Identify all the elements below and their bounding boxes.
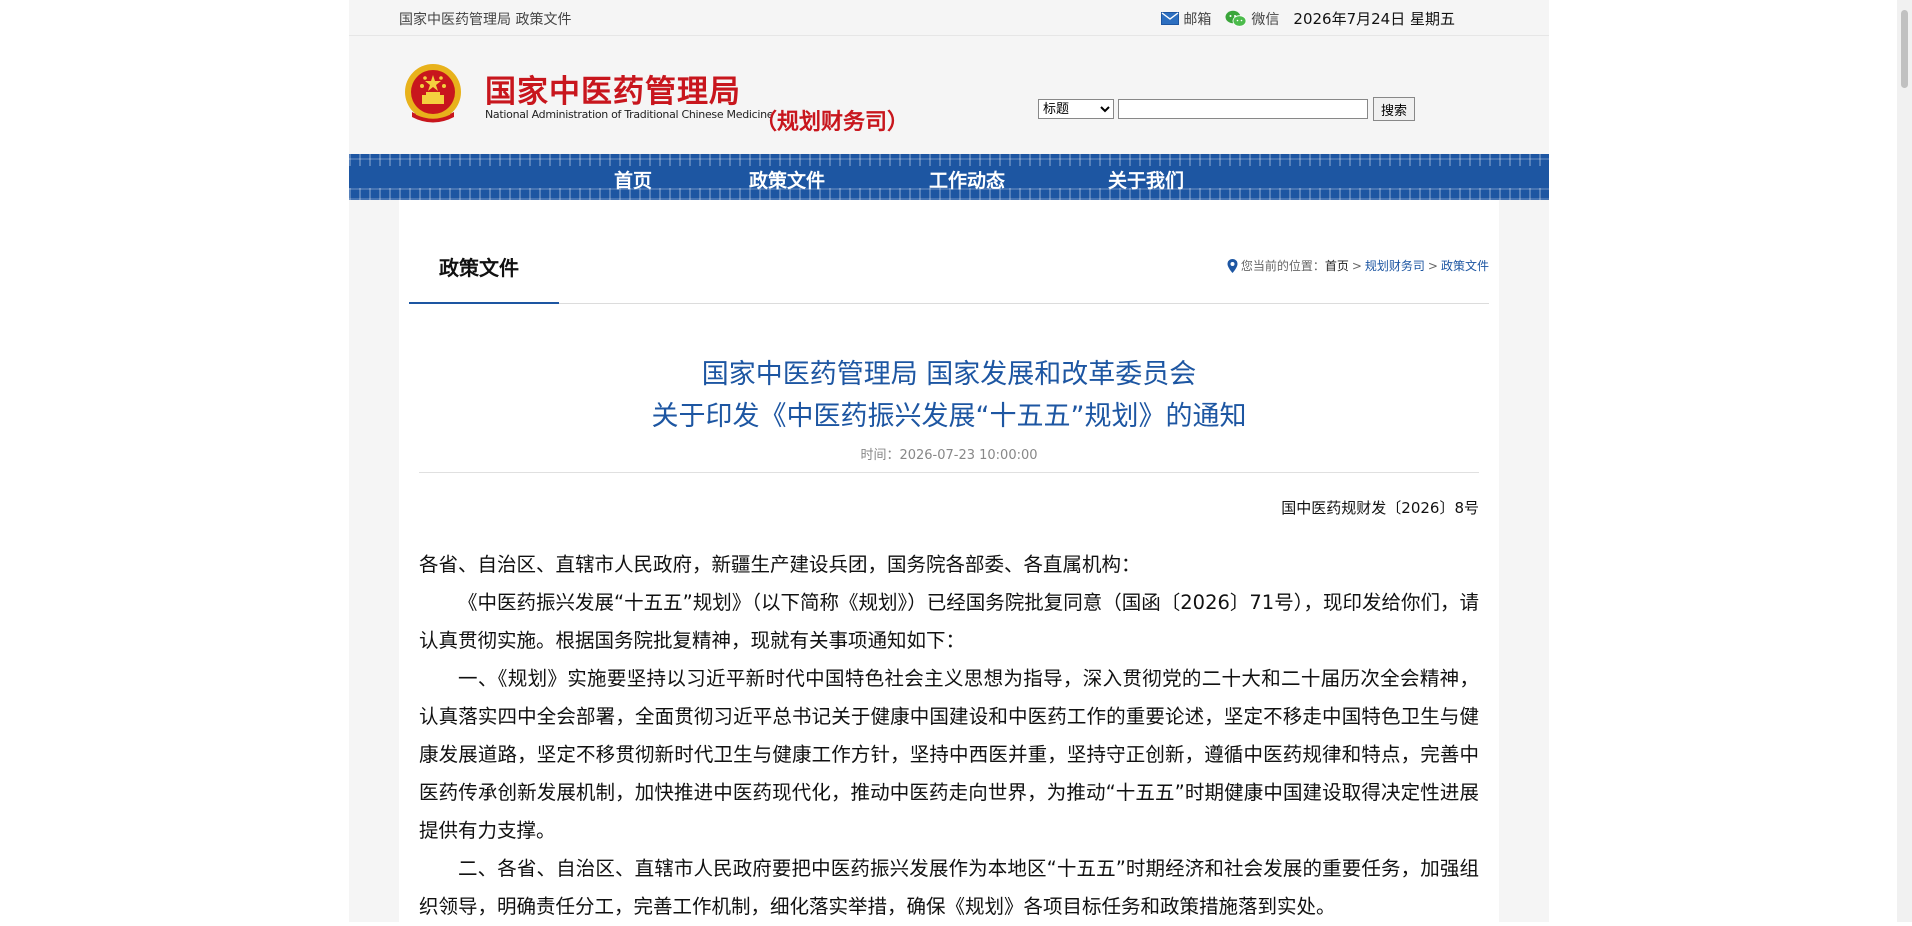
article-title-line2: 关于印发《中医药振兴发展“十五五”规划》的通知	[651, 401, 1247, 432]
article-paragraph: 一、《规划》实施要坚持以习近平新时代中国特色社会主义思想为指导，深入贯彻党的二十…	[419, 667, 1479, 842]
page-scrollbar[interactable]	[1897, 0, 1912, 922]
location-label: 您当前的位置：	[1240, 259, 1325, 273]
mail-icon	[1161, 12, 1180, 25]
section-title: 政策文件	[439, 256, 519, 280]
nav-item-home[interactable]: 首页	[614, 166, 652, 193]
top-bar: 国家中医药管理局 政策文件 邮箱 微信 2026年7月24日 星期五	[349, 0, 1549, 36]
org-name-english: National Administration of Traditional C…	[485, 108, 774, 121]
national-emblem-icon[interactable]	[402, 62, 464, 128]
section-title-underline	[409, 302, 559, 304]
breadcrumb-policy-link[interactable]: 政策文件	[1441, 257, 1489, 274]
article-divider	[419, 472, 1479, 473]
breadcrumb-separator: >	[1427, 258, 1438, 273]
breadcrumb-dept-link[interactable]: 规划财务司	[1365, 257, 1425, 274]
breadcrumb-separator: >	[1351, 258, 1362, 273]
mail-link[interactable]: 邮箱	[1161, 9, 1211, 29]
search-button[interactable]: 搜索	[1373, 97, 1416, 121]
site-header: 国家中医药管理局 National Administration of Trad…	[349, 36, 1549, 154]
department-name: （规划财务司）	[755, 110, 910, 135]
article-paragraph: 各省、自治区、直辖市人民政府，新疆生产建设兵团，国务院各部委、各直属机构：	[419, 553, 1141, 576]
main-content: 政策文件 您当前的位置： 首页 > 规划财务司 > 政策文件 国家中医药管理局 …	[399, 200, 1499, 922]
search-input[interactable]	[1118, 99, 1368, 119]
article-title-line1: 国家中医药管理局 国家发展和改革委员会	[701, 359, 1197, 390]
document-number: 国中医药规财发〔2026〕8号	[1281, 499, 1479, 517]
wechat-label: 微信	[1251, 11, 1280, 28]
nav-item-news[interactable]: 工作动态	[929, 166, 1005, 193]
article-body: 各省、自治区、直辖市人民政府，新疆生产建设兵团，国务院各部委、各直属机构： 《中…	[419, 546, 1479, 926]
breadcrumb-home-link[interactable]: 首页	[1325, 257, 1349, 274]
top-breadcrumb[interactable]: 国家中医药管理局 政策文件	[399, 9, 571, 29]
search-field-select[interactable]: 标题	[1038, 99, 1114, 119]
main-nav: 首页 政策文件 工作动态 关于我们	[349, 154, 1549, 200]
location-breadcrumb: 您当前的位置： 首页 > 规划财务司 > 政策文件	[1227, 257, 1489, 274]
article-paragraph: 二、各省、自治区、直辖市人民政府要把中医药振兴发展作为本地区“十五五”时期经济和…	[419, 857, 1479, 918]
article-time: 时间：2026-07-23 10:00:00	[860, 448, 1038, 463]
page-container: 国家中医药管理局 政策文件 邮箱 微信 2026年7月24日 星期五 国家中医药…	[349, 0, 1549, 922]
search-bar: 标题 搜索	[1038, 97, 1416, 121]
nav-item-about[interactable]: 关于我们	[1108, 166, 1184, 193]
current-date: 2026年7月24日 星期五	[1293, 10, 1455, 28]
scrollbar-thumb[interactable]	[1901, 10, 1908, 88]
mail-label: 邮箱	[1183, 11, 1212, 28]
article-paragraph: 《中医药振兴发展“十五五”规划》（以下简称《规划》）已经国务院批复同意（国函〔2…	[419, 591, 1479, 652]
section-divider	[409, 303, 1489, 304]
top-links: 邮箱 微信 2026年7月24日 星期五	[1161, 8, 1455, 29]
location-pin-icon	[1227, 258, 1238, 273]
org-name: 国家中医药管理局	[485, 74, 741, 110]
nav-item-policy[interactable]: 政策文件	[749, 166, 825, 193]
wechat-icon	[1225, 10, 1247, 27]
wechat-link[interactable]: 微信	[1225, 9, 1279, 29]
